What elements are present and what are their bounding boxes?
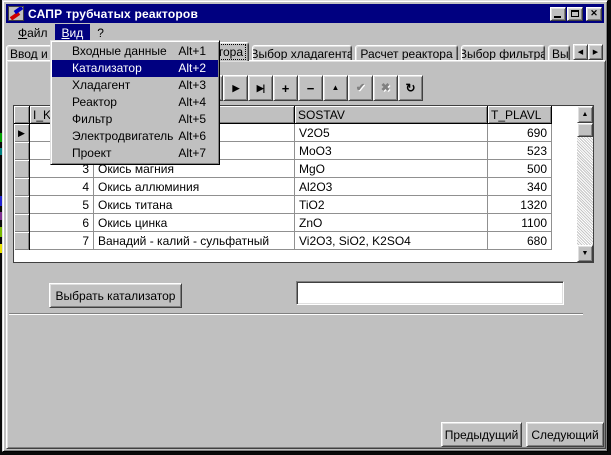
table-row[interactable]: 5 Окись титана TiO2 1320 xyxy=(14,196,577,214)
minimize-button[interactable] xyxy=(550,7,566,21)
view-menu-dropdown: Входные данныеAlt+1 КатализаторAlt+2 Хла… xyxy=(50,40,220,165)
table-row[interactable]: 4 Окись аллюминия Al2O3 340 xyxy=(14,178,577,196)
panel-divider xyxy=(9,313,583,315)
selected-catalyst-input[interactable] xyxy=(296,281,564,305)
scrollbar-thumb[interactable] xyxy=(577,123,593,137)
nav-insert-button[interactable]: + xyxy=(273,75,298,101)
cancel-record-icon: ✖ xyxy=(381,83,390,94)
menu-item-project[interactable]: ПроектAlt+7 xyxy=(52,145,218,162)
grid-header-t-plavl[interactable]: T_PLAVL xyxy=(488,106,552,124)
menu-item-input-data[interactable]: Входные данныеAlt+1 xyxy=(52,43,218,60)
post-record-icon: ✔ xyxy=(356,83,365,94)
nav-post-button[interactable]: ✔ xyxy=(348,75,373,101)
arrow-down-icon: ▼ xyxy=(582,250,589,257)
select-catalyst-button[interactable]: Выбрать катализатор xyxy=(49,283,182,308)
last-record-icon: ▶| xyxy=(257,84,264,93)
maximize-icon xyxy=(571,10,579,17)
edit-record-icon: ▲ xyxy=(332,84,340,92)
nav-cancel-button[interactable]: ✖ xyxy=(373,75,398,101)
nav-last-button[interactable]: ▶| xyxy=(248,75,273,101)
tab-reactor-calc[interactable]: Расчет реактора xyxy=(355,45,458,61)
menu-item-filter[interactable]: ФильтрAlt+5 xyxy=(52,111,218,128)
insert-record-icon: + xyxy=(282,82,290,95)
tab-scroller: ◀ ▶ xyxy=(573,44,603,60)
nav-edit-button[interactable]: ▲ xyxy=(323,75,348,101)
current-row-icon: ▶ xyxy=(18,129,25,138)
tab-scroll-right-button[interactable]: ▶ xyxy=(588,44,603,60)
refresh-icon: ↻ xyxy=(405,82,415,94)
scrollbar-up-button[interactable]: ▲ xyxy=(577,106,593,123)
arrow-up-icon: ▲ xyxy=(582,111,589,118)
menu-item-catalyst[interactable]: КатализаторAlt+2 xyxy=(52,60,218,77)
nav-delete-button[interactable]: − xyxy=(298,75,323,101)
scrollbar-track[interactable] xyxy=(577,137,593,245)
tab-scroll-left-button[interactable]: ◀ xyxy=(573,44,588,60)
menu-item-motor[interactable]: ЭлектродвигательAlt+6 xyxy=(52,128,218,145)
current-row-indicator: ▶ xyxy=(14,124,30,142)
close-icon: ✕ xyxy=(590,9,598,18)
grid-header-indicator xyxy=(14,106,30,124)
tab-truncated[interactable]: Выб xyxy=(548,45,570,61)
table-row[interactable]: 6 Окись цинка ZnO 1100 xyxy=(14,214,577,232)
tab-select-filter[interactable]: Выбор фильтра xyxy=(461,45,545,61)
nav-refresh-button[interactable]: ↻ xyxy=(398,75,423,101)
close-button[interactable]: ✕ xyxy=(586,7,602,21)
menu-item-reactor[interactable]: РеакторAlt+4 xyxy=(52,94,218,111)
menu-item-coolant[interactable]: ХладагентAlt+3 xyxy=(52,77,218,94)
grid-header-sostav[interactable]: SOSTAV xyxy=(295,106,488,124)
previous-page-button[interactable]: Предыдущий xyxy=(441,422,522,447)
chevron-right-icon: ▶ xyxy=(593,49,598,56)
app-window: САПР трубчатых реакторов ✕ Файл Вид ? Вв… xyxy=(2,0,608,452)
minimize-icon xyxy=(554,16,561,18)
scrollbar-down-button[interactable]: ▼ xyxy=(577,245,593,262)
window-title: САПР трубчатых реакторов xyxy=(28,7,198,21)
grid-vertical-scrollbar[interactable]: ▲ ▼ xyxy=(577,106,593,262)
app-icon xyxy=(8,6,24,21)
tab-select-coolant[interactable]: Выбор хладагента xyxy=(252,45,352,61)
table-row[interactable]: 7 Ванадий - калий - сульфатный Vi2O3, Si… xyxy=(14,232,577,250)
next-record-icon: ▶ xyxy=(233,84,239,93)
menu-file[interactable]: Файл xyxy=(11,24,55,43)
chevron-left-icon: ◀ xyxy=(578,49,583,56)
next-page-button[interactable]: Следующий xyxy=(526,422,604,447)
maximize-button[interactable] xyxy=(567,7,583,21)
titlebar[interactable]: САПР трубчатых реакторов ✕ xyxy=(6,4,604,23)
nav-next-button[interactable]: ▶ xyxy=(223,75,248,101)
delete-record-icon: − xyxy=(307,82,315,95)
